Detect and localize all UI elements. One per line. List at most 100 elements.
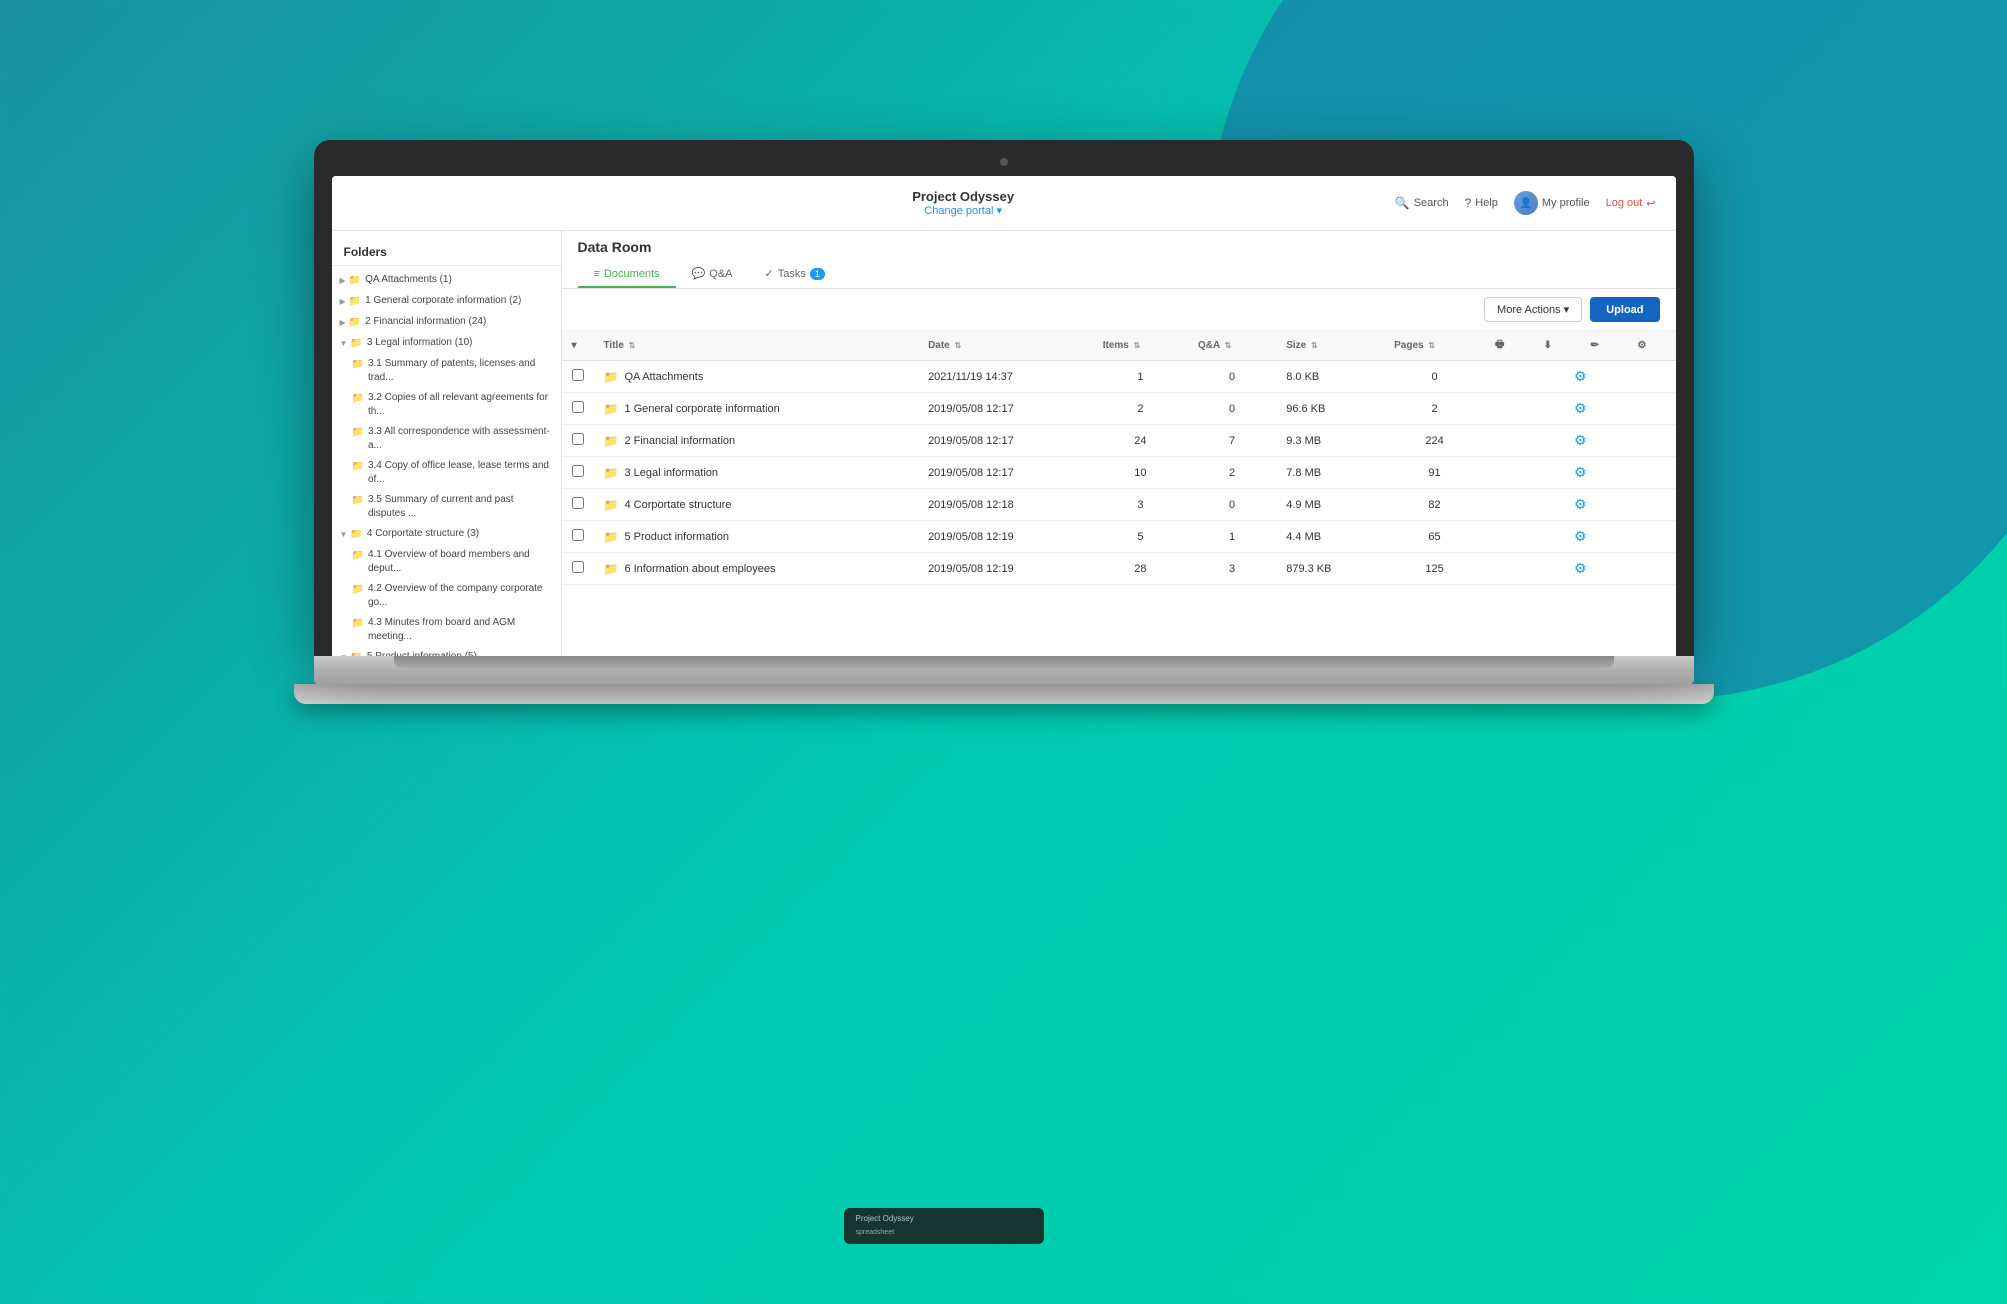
profile-nav-item[interactable]: 👤 My profile xyxy=(1514,191,1590,215)
table-row: 📁 3 Legal information 2019/05/08 12:17 1… xyxy=(562,457,1676,489)
row-checkbox-2[interactable] xyxy=(562,425,594,457)
row-checkbox-0[interactable] xyxy=(562,361,594,393)
row-pages-5: 65 xyxy=(1384,521,1485,553)
row-actions-6[interactable]: ⚙ xyxy=(1485,553,1676,585)
row-settings-icon-4[interactable]: ⚙ xyxy=(1574,496,1587,512)
row-title-2[interactable]: 📁 2 Financial information xyxy=(594,425,919,457)
title-text-1: 1 General corporate information xyxy=(624,403,779,415)
folder-row-icon-2: 📁 xyxy=(604,434,619,448)
folder-label: 1 General corporate information (2) xyxy=(365,294,521,308)
checkbox-5[interactable] xyxy=(572,529,584,541)
folder-name-1: 📁 1 General corporate information xyxy=(604,402,909,416)
row-checkbox-1[interactable] xyxy=(562,393,594,425)
search-nav-item[interactable]: 🔍 Search xyxy=(1395,196,1449,210)
col-date-header[interactable]: Date ⇅ xyxy=(918,331,1093,361)
row-actions-2[interactable]: ⚙ xyxy=(1485,425,1676,457)
row-checkbox-5[interactable] xyxy=(562,521,594,553)
folder-label: 4.2 Overview of the company corporate go… xyxy=(368,582,553,610)
row-settings-icon-3[interactable]: ⚙ xyxy=(1574,464,1587,480)
row-size-4: 4.9 MB xyxy=(1276,489,1384,521)
sidebar-item-2[interactable]: ▶📁2 Financial information (24) xyxy=(332,312,561,333)
row-size-2: 9.3 MB xyxy=(1276,425,1384,457)
checkbox-6[interactable] xyxy=(572,561,584,573)
row-settings-icon-2[interactable]: ⚙ xyxy=(1574,432,1587,448)
row-pages-6: 125 xyxy=(1384,553,1485,585)
help-nav-label: Help xyxy=(1475,197,1498,209)
tab-tasks[interactable]: ✓ Tasks 1 xyxy=(749,261,841,288)
row-checkbox-6[interactable] xyxy=(562,553,594,585)
row-title-5[interactable]: 📁 5 Product information xyxy=(594,521,919,553)
upload-button[interactable]: Upload xyxy=(1590,297,1659,322)
row-actions-1[interactable]: ⚙ xyxy=(1485,393,1676,425)
row-title-0[interactable]: 📁 QA Attachments xyxy=(594,361,919,393)
sidebar-item-6[interactable]: 📁3.3 All correspondence with assessment-… xyxy=(332,422,561,456)
title-text-0: QA Attachments xyxy=(624,371,703,383)
tasks-badge: 1 xyxy=(810,268,825,280)
data-table: ▾ Title ⇅ Date ⇅ Items ⇅ Q&A ⇅ Size ⇅ Pa… xyxy=(562,331,1676,656)
sidebar-item-0[interactable]: ▶📁QA Attachments (1) xyxy=(332,270,561,291)
col-title-header[interactable]: Title ⇅ xyxy=(594,331,919,361)
sidebar-item-7[interactable]: 📁3.4 Copy of office lease, lease terms a… xyxy=(332,456,561,490)
sidebar-item-12[interactable]: 📁4.3 Minutes from board and AGM meeting.… xyxy=(332,613,561,647)
row-actions-5[interactable]: ⚙ xyxy=(1485,521,1676,553)
checkbox-0[interactable] xyxy=(572,369,584,381)
row-title-1[interactable]: 📁 1 General corporate information xyxy=(594,393,919,425)
folder-name-2: 📁 2 Financial information xyxy=(604,434,909,448)
row-items-0: 1 xyxy=(1093,361,1188,393)
sidebar-item-11[interactable]: 📁4.2 Overview of the company corporate g… xyxy=(332,579,561,613)
col-checkbox-header: ▾ xyxy=(562,331,594,361)
row-settings-icon-1[interactable]: ⚙ xyxy=(1574,400,1587,416)
row-title-3[interactable]: 📁 3 Legal information xyxy=(594,457,919,489)
table-row: 📁 2 Financial information 2019/05/08 12:… xyxy=(562,425,1676,457)
table-row: 📁 5 Product information 2019/05/08 12:19… xyxy=(562,521,1676,553)
sidebar-item-5[interactable]: 📁3.2 Copies of all relevant agreements f… xyxy=(332,388,561,422)
folder-label: 4.1 Overview of board members and deput.… xyxy=(368,548,553,576)
mini-taskbar: Project Odyssey spreadsheet xyxy=(844,1208,1044,1244)
row-qa-0: 0 xyxy=(1188,361,1276,393)
row-actions-4[interactable]: ⚙ xyxy=(1485,489,1676,521)
folder-name-4: 📁 4 Corportate structure xyxy=(604,498,909,512)
sidebar-item-1[interactable]: ▶📁1 General corporate information (2) xyxy=(332,291,561,312)
table-row: 📁 4 Corportate structure 2019/05/08 12:1… xyxy=(562,489,1676,521)
row-date-1: 2019/05/08 12:17 xyxy=(918,393,1093,425)
checkbox-1[interactable] xyxy=(572,401,584,413)
row-items-1: 2 xyxy=(1093,393,1188,425)
row-checkbox-3[interactable] xyxy=(562,457,594,489)
logout-button[interactable]: Log out ↩ xyxy=(1606,197,1656,210)
checkbox-3[interactable] xyxy=(572,465,584,477)
col-pages-header[interactable]: Pages ⇅ xyxy=(1384,331,1485,361)
sidebar-item-9[interactable]: ▼📁4 Corportate structure (3) xyxy=(332,524,561,545)
row-settings-icon-6[interactable]: ⚙ xyxy=(1574,560,1587,576)
help-nav-item[interactable]: ? Help xyxy=(1465,196,1498,210)
col-items-header[interactable]: Items ⇅ xyxy=(1093,331,1188,361)
row-qa-3: 2 xyxy=(1188,457,1276,489)
col-action4-header: ⚙ xyxy=(1628,331,1676,361)
row-actions-0[interactable]: ⚙ xyxy=(1485,361,1676,393)
sidebar-item-13[interactable]: ▼📁5 Product information (5) xyxy=(332,647,561,656)
change-portal-link[interactable]: Change portal ▾ xyxy=(532,204,1395,217)
folder-icon: 📁 xyxy=(352,426,364,440)
row-actions-3[interactable]: ⚙ xyxy=(1485,457,1676,489)
checkbox-4[interactable] xyxy=(572,497,584,509)
more-actions-button[interactable]: More Actions ▾ xyxy=(1484,297,1582,322)
row-checkbox-4[interactable] xyxy=(562,489,594,521)
table-row: 📁 6 Information about employees 2019/05/… xyxy=(562,553,1676,585)
sidebar-item-3[interactable]: ▼📁3 Legal information (10) xyxy=(332,333,561,354)
row-date-5: 2019/05/08 12:19 xyxy=(918,521,1093,553)
folder-label: 2 Financial information (24) xyxy=(365,315,486,329)
col-qa-header[interactable]: Q&A ⇅ xyxy=(1188,331,1276,361)
tab-documents[interactable]: ≡ Documents xyxy=(578,261,676,288)
tab-qa[interactable]: 💬 Q&A xyxy=(676,261,749,288)
mini-taskbar-title: Project Odyssey xyxy=(856,1214,1032,1223)
row-settings-icon-0[interactable]: ⚙ xyxy=(1574,368,1587,384)
sidebar-item-8[interactable]: 📁3.5 Summary of current and past dispute… xyxy=(332,490,561,524)
col-size-header[interactable]: Size ⇅ xyxy=(1276,331,1384,361)
sidebar-item-4[interactable]: 📁3.1 Summary of patents, licenses and tr… xyxy=(332,354,561,388)
checkbox-2[interactable] xyxy=(572,433,584,445)
row-settings-icon-5[interactable]: ⚙ xyxy=(1574,528,1587,544)
sidebar-item-10[interactable]: 📁4.1 Overview of board members and deput… xyxy=(332,545,561,579)
row-title-4[interactable]: 📁 4 Corportate structure xyxy=(594,489,919,521)
folder-row-icon-5: 📁 xyxy=(604,530,619,544)
title-text-4: 4 Corportate structure xyxy=(624,499,731,511)
row-title-6[interactable]: 📁 6 Information about employees xyxy=(594,553,919,585)
